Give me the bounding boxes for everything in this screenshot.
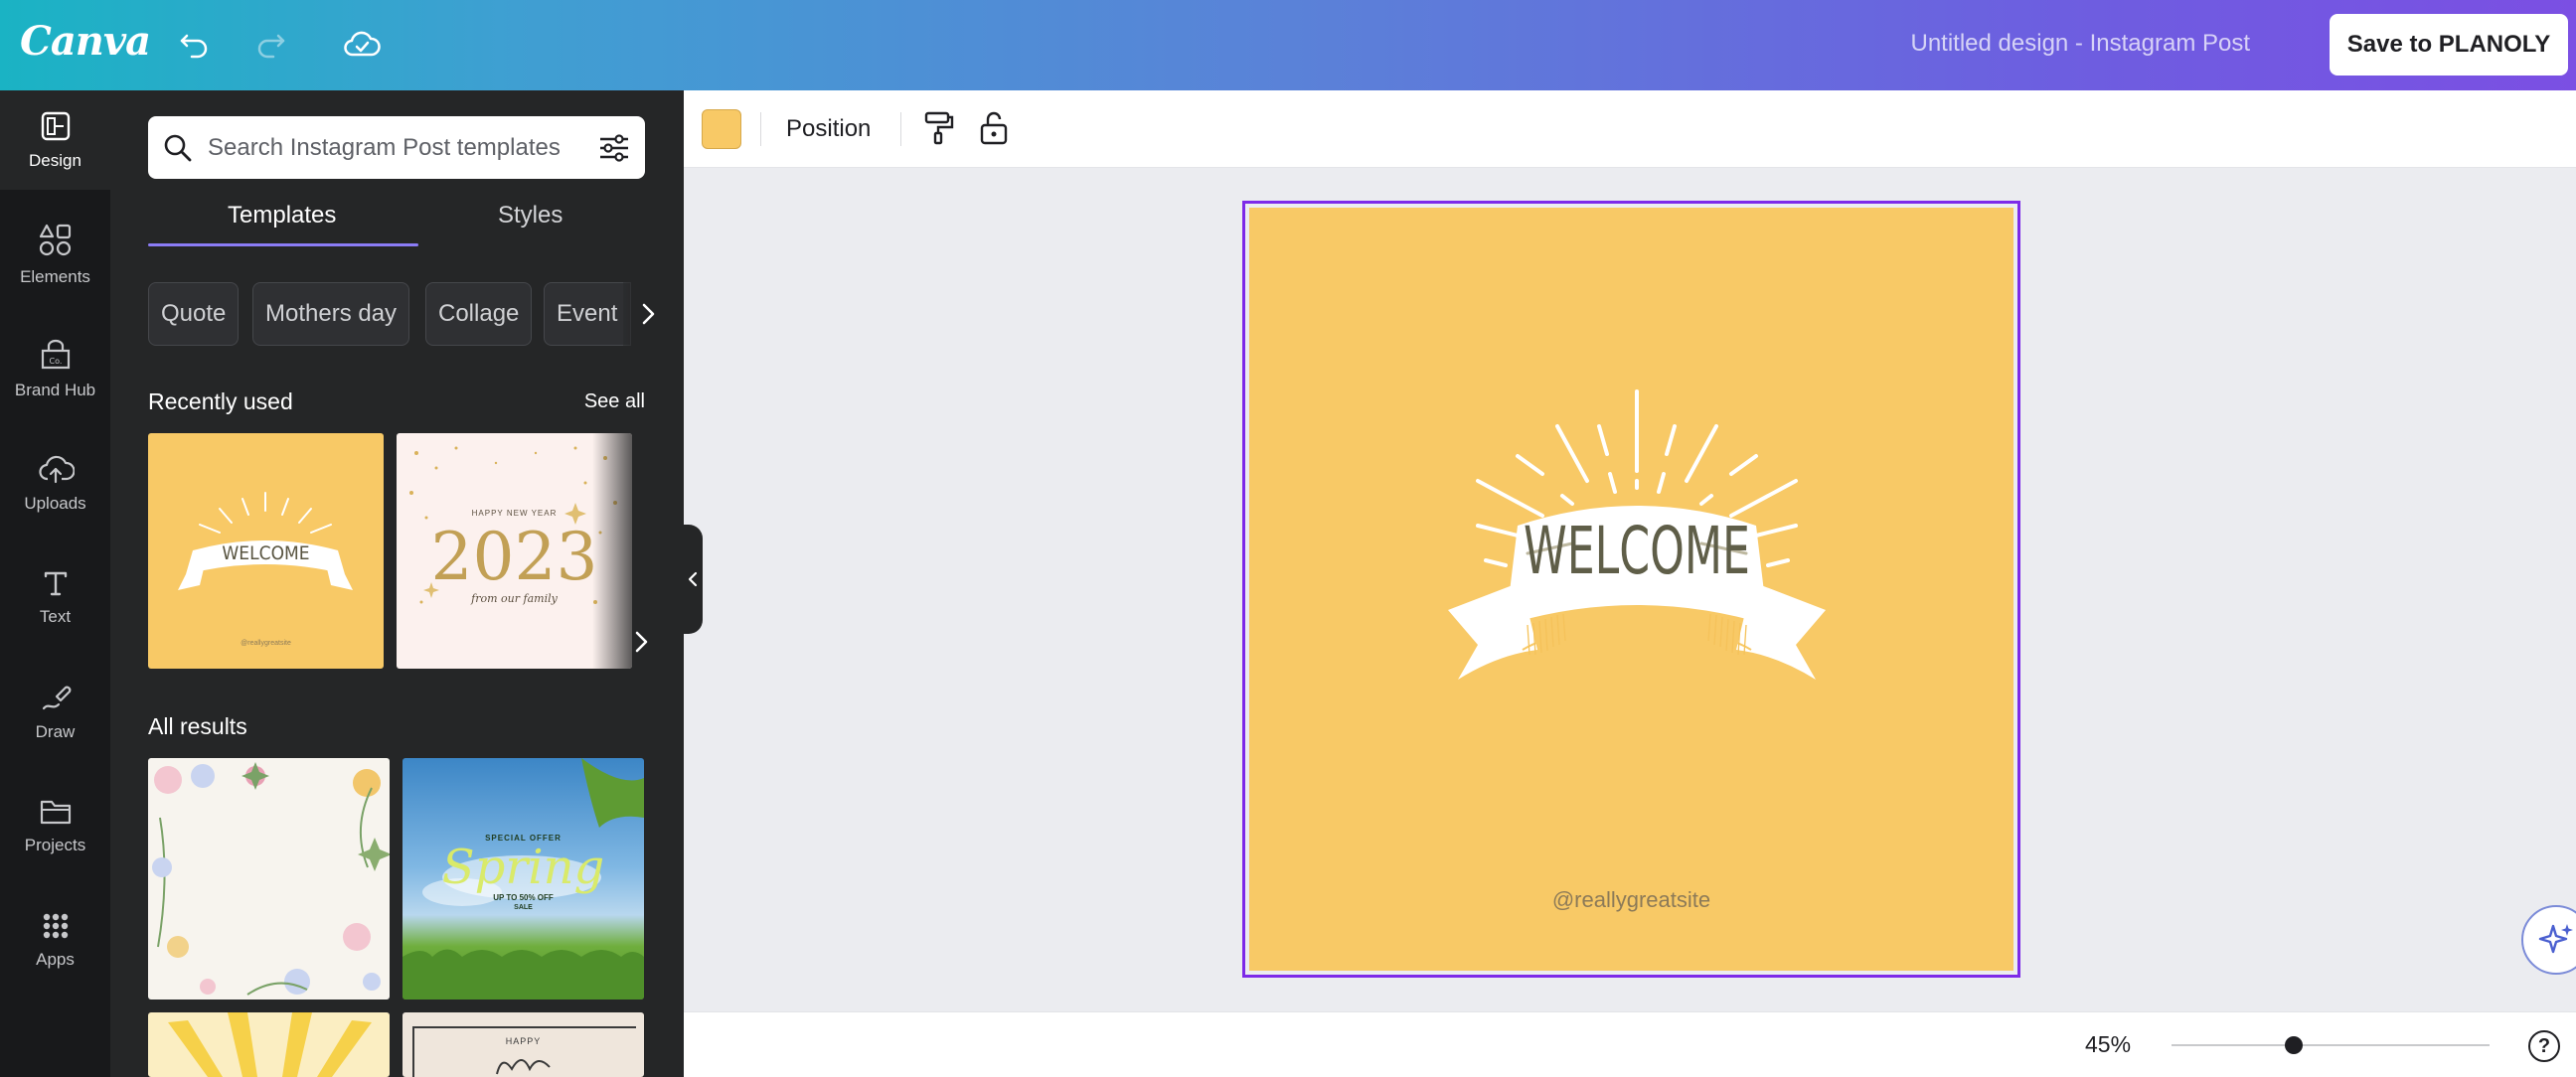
recent-template-welcome[interactable]: WELCOME @reallygreatsite	[148, 433, 384, 669]
rail-label-brand-hub: Brand Hub	[14, 381, 96, 399]
zoom-slider-track[interactable]	[2172, 1044, 2490, 1046]
floral-thumbnail-art	[152, 762, 390, 996]
save-to-planoly-button[interactable]: Save to PLANOLY	[2330, 14, 2568, 76]
paint-roller-icon[interactable]	[919, 108, 959, 148]
rail-label-projects: Projects	[24, 836, 86, 854]
all-results-heading: All results	[148, 713, 247, 739]
see-all-link[interactable]: See all	[584, 390, 645, 413]
unlock-icon[interactable]	[974, 108, 1014, 148]
welcome-headline[interactable]: WELCOME	[1524, 513, 1750, 589]
thumb-sale-text: SALE	[514, 904, 533, 911]
search-icon	[162, 132, 194, 164]
chevron-left-icon	[688, 571, 698, 587]
context-toolbar: Position	[684, 90, 2576, 168]
welcome-banner-graphic[interactable]: WELCOME	[1339, 386, 1935, 764]
chip-event[interactable]: Event	[544, 282, 631, 346]
rail-item-apps[interactable]: Apps	[0, 890, 110, 990]
chip-collage[interactable]: Collage	[425, 282, 533, 346]
undo-icon[interactable]	[172, 22, 218, 68]
rail-label-uploads: Uploads	[24, 494, 86, 513]
chevron-right-icon	[642, 303, 655, 325]
result-template-sun[interactable]	[148, 1012, 390, 1077]
rail-label-apps: Apps	[36, 950, 75, 969]
redo-icon[interactable]	[247, 22, 293, 68]
tab-styles[interactable]: Styles	[498, 202, 563, 230]
toolbar-divider	[900, 112, 901, 146]
bottom-bar: 45% ?	[684, 1011, 2576, 1077]
design-page[interactable]: WELCOME @reallygreatsite	[1242, 201, 2020, 978]
script-flourish	[496, 1059, 551, 1075]
active-tab-indicator	[148, 243, 418, 246]
apps-icon	[43, 913, 68, 939]
rail-item-text[interactable]: Text	[0, 547, 110, 647]
rail-label-design: Design	[29, 151, 81, 170]
recently-used-heading: Recently used	[148, 388, 293, 414]
chip-quote[interactable]: Quote	[148, 282, 240, 346]
svg-text:Co.: Co.	[49, 357, 62, 366]
thumb-spring-title: Spring	[441, 840, 605, 895]
position-button[interactable]: Position	[786, 115, 871, 143]
rail-item-elements[interactable]: Elements	[0, 205, 110, 304]
rail-item-design[interactable]: Design	[0, 90, 110, 190]
chip-mothers-day[interactable]: Mothers day	[252, 282, 410, 346]
uploads-icon	[38, 455, 75, 484]
result-template-floral[interactable]	[148, 758, 390, 1000]
rail-item-uploads[interactable]: Uploads	[0, 433, 110, 533]
zoom-level[interactable]: 45%	[2085, 1031, 2131, 1058]
thumb-welcome-text: WELCOME	[222, 542, 310, 564]
text-icon	[44, 571, 67, 596]
recent-next-button[interactable]	[626, 612, 656, 672]
chips-next-button[interactable]	[623, 282, 673, 346]
panel-tabs: Templates Styles	[148, 202, 645, 246]
templates-panel: Search Instagram Post templates Template…	[110, 90, 684, 1077]
magic-assistant-button[interactable]	[2521, 905, 2576, 975]
design-background[interactable]: WELCOME @reallygreatsite	[1249, 208, 2013, 971]
result-template-spring[interactable]: SPECIAL OFFER Spring UP TO 50% OFF SALE	[402, 758, 644, 1000]
sparkle-icon	[2538, 924, 2573, 954]
tab-templates[interactable]: Templates	[228, 202, 336, 230]
handle-text[interactable]: @reallygreatsite	[1249, 887, 2013, 913]
toolbar-divider	[760, 112, 761, 146]
rail-label-text: Text	[39, 607, 72, 626]
result-template-happy[interactable]: HAPPY	[402, 1012, 644, 1077]
search-input[interactable]: Search Instagram Post templates	[208, 134, 597, 162]
document-title[interactable]: Untitled design - Instagram Post	[1911, 30, 2251, 58]
rail-item-brand-hub[interactable]: Co. Brand Hub	[0, 319, 110, 418]
top-bar: Canva Untitled design - Instagram Post S…	[0, 0, 2576, 90]
left-rail: Design Elements Co. Brand Hub Uploads Te…	[0, 90, 110, 1077]
template-search-box[interactable]: Search Instagram Post templates	[148, 116, 645, 179]
thumb-offer-text: UP TO 50% OFF	[493, 893, 554, 902]
zoom-slider-handle[interactable]	[2285, 1036, 2303, 1054]
cloud-saved-icon[interactable]	[339, 22, 385, 68]
collapse-panel-button[interactable]	[683, 525, 703, 634]
filter-icon[interactable]	[597, 132, 631, 164]
rail-item-draw[interactable]: Draw	[0, 662, 110, 761]
draw-icon	[42, 686, 71, 710]
sun-rays-art	[168, 1012, 372, 1077]
help-button[interactable]: ?	[2528, 1030, 2560, 1062]
canva-logo[interactable]: Canva	[20, 18, 151, 65]
elements-icon	[39, 224, 71, 256]
thumb-handle-text: @reallygreatsite	[241, 640, 291, 647]
brand-hub-icon: Co.	[41, 339, 70, 370]
design-icon	[41, 111, 70, 141]
rail-label-draw: Draw	[35, 722, 76, 741]
chevron-right-icon	[635, 631, 648, 653]
rail-item-projects[interactable]: Projects	[0, 776, 110, 875]
recent-template-new-year[interactable]: HAPPY NEW YEAR 2023 from our family	[397, 433, 632, 669]
background-color-swatch[interactable]	[702, 109, 741, 149]
rail-label-elements: Elements	[20, 267, 90, 286]
projects-icon	[40, 800, 71, 825]
